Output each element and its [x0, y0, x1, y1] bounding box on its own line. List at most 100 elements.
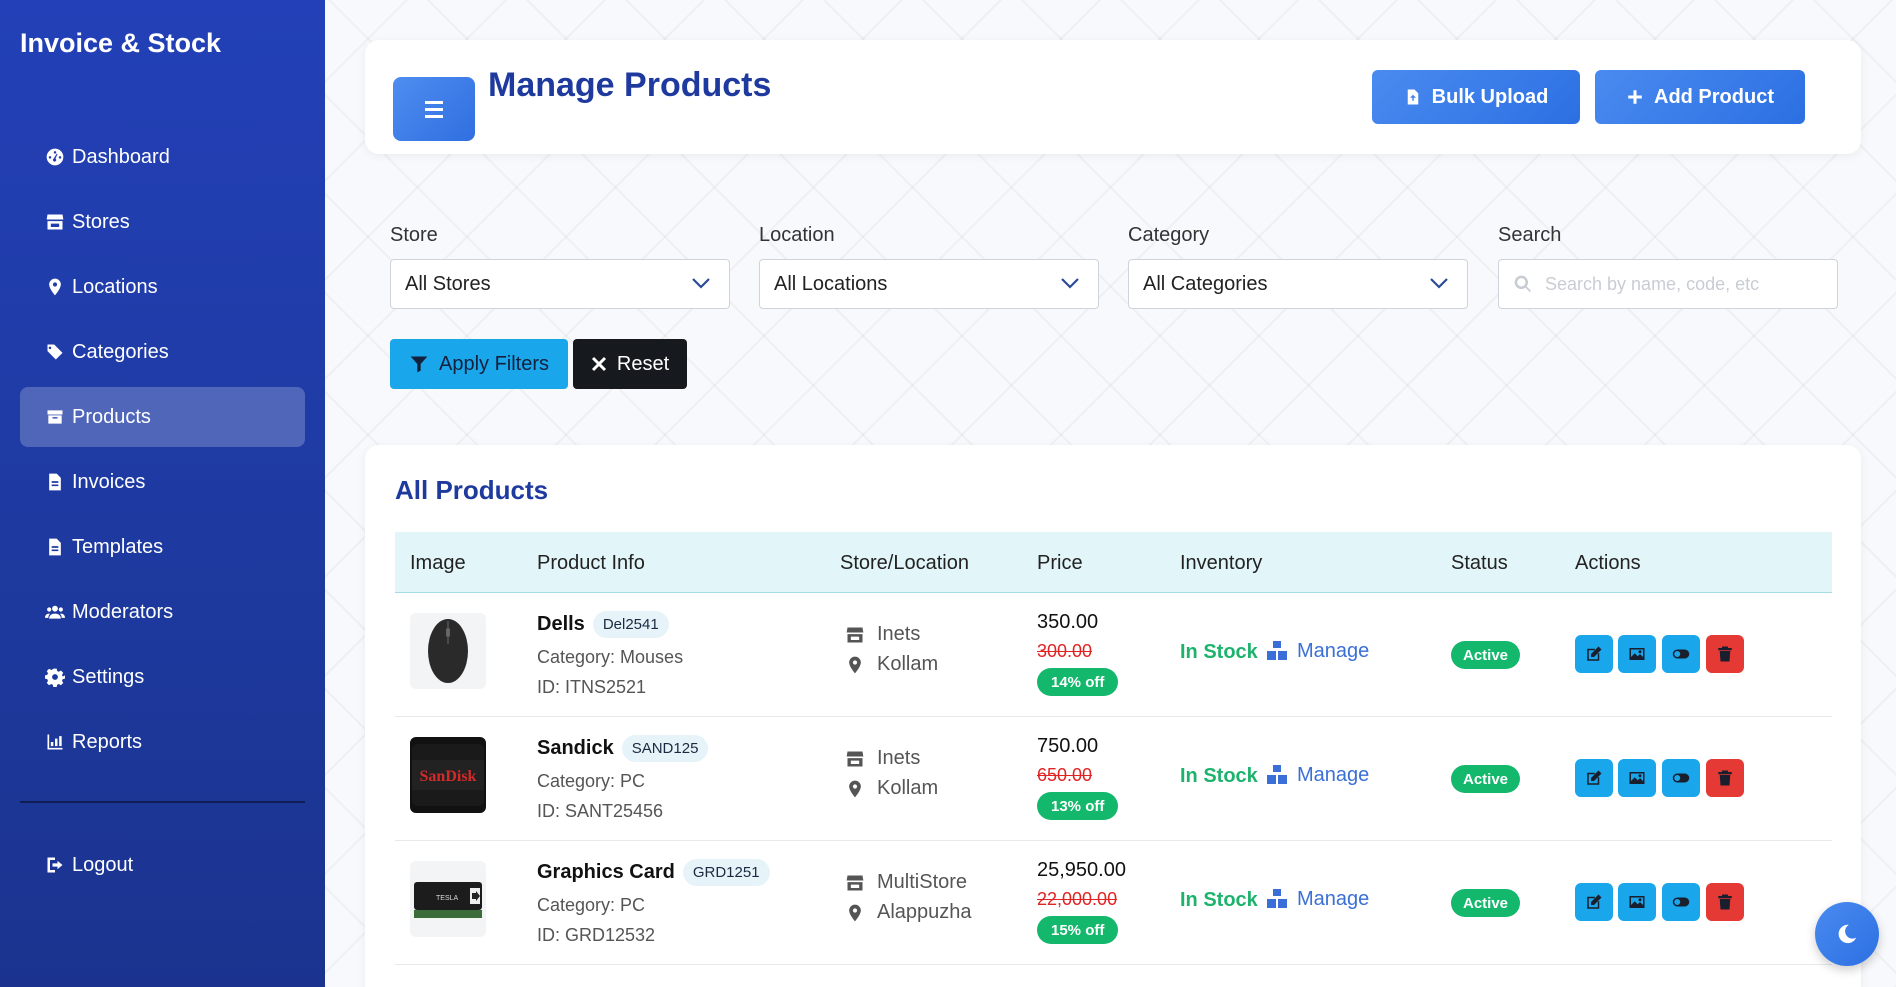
- graphics-card-image: TESLA: [414, 882, 482, 918]
- dashboard-icon: [44, 146, 66, 168]
- product-old-price: 22,000.00: [1037, 889, 1118, 909]
- delete-button[interactable]: [1706, 759, 1744, 797]
- sidebar-item-stores[interactable]: Stores: [20, 192, 305, 252]
- close-icon: [591, 356, 606, 372]
- category-select[interactable]: All Categories: [1128, 259, 1468, 309]
- manage-inventory-link[interactable]: Manage: [1265, 763, 1369, 787]
- store-name: Inets: [877, 623, 921, 645]
- manage-label: Manage: [1297, 763, 1370, 786]
- menu-toggle-button[interactable]: [393, 77, 475, 141]
- product-store: Inets: [845, 747, 920, 770]
- sidebar-item-label: Locations: [72, 275, 158, 298]
- map-pin-icon: [849, 904, 861, 921]
- product-price: 25,950.00: [1037, 859, 1126, 881]
- column-header: Status: [1451, 552, 1508, 574]
- stock-status: In Stock: [1180, 765, 1258, 787]
- search-input[interactable]: [1545, 273, 1815, 295]
- apply-filters-label: Apply Filters: [438, 352, 550, 375]
- filter-icon: [410, 356, 428, 373]
- product-image: [410, 613, 486, 689]
- bulk-upload-label: Bulk Upload: [1431, 85, 1549, 108]
- sidebar-item-templates[interactable]: Templates: [20, 517, 305, 577]
- chart-icon: [44, 731, 66, 753]
- store-name: MultiStore: [877, 871, 968, 893]
- sidebar-item-label: Settings: [72, 665, 145, 688]
- product-category: Category: Mouses: [537, 647, 684, 667]
- stock-status: In Stock: [1180, 889, 1258, 911]
- table-header: Image Product Info Store/Location Price …: [395, 532, 1832, 593]
- sidebar-item-reports[interactable]: Reports: [20, 712, 305, 772]
- images-button[interactable]: [1618, 635, 1656, 673]
- dark-mode-toggle-button[interactable]: [1815, 902, 1879, 966]
- sidebar-item-logout[interactable]: Logout: [20, 835, 305, 895]
- images-button[interactable]: [1618, 759, 1656, 797]
- toggle-status-button[interactable]: [1662, 883, 1700, 921]
- product-category: Category: PC: [537, 895, 646, 915]
- sidebar-item-settings[interactable]: Settings: [20, 647, 305, 707]
- product-id: ID: ITNS2521: [537, 677, 647, 697]
- product-code-badge: GRD1251: [682, 859, 770, 886]
- column-header: Inventory: [1180, 552, 1263, 574]
- manage-inventory-link[interactable]: Manage: [1265, 887, 1369, 911]
- status-badge: Active: [1451, 889, 1521, 917]
- column-header: Actions: [1575, 552, 1641, 574]
- bulk-upload-button[interactable]: Bulk Upload: [1372, 70, 1580, 124]
- sidebar-item-moderators[interactable]: Moderators: [20, 582, 305, 642]
- sidebar-item-label: Templates: [72, 535, 164, 558]
- edit-button[interactable]: [1575, 635, 1613, 673]
- edit-button[interactable]: [1575, 883, 1613, 921]
- map-pin-icon: [849, 780, 861, 797]
- category-select-value: All Categories: [1143, 272, 1268, 295]
- image-icon: [1629, 772, 1645, 784]
- search-filter-label: Search: [1498, 224, 1562, 246]
- sidebar-item-products[interactable]: Products: [20, 387, 305, 447]
- store-icon: [846, 627, 864, 642]
- image-icon: [1629, 896, 1645, 908]
- toggle-status-button[interactable]: [1662, 759, 1700, 797]
- delete-button[interactable]: [1706, 883, 1744, 921]
- store-icon: [44, 211, 66, 233]
- store-name: Inets: [877, 747, 921, 769]
- gpu-label-text: TESLA: [436, 895, 459, 902]
- apply-filters-button[interactable]: Apply Filters: [390, 339, 568, 389]
- reset-label: Reset: [616, 352, 670, 375]
- product-location: Kollam: [845, 653, 938, 676]
- toggle-status-button[interactable]: [1662, 635, 1700, 673]
- trash-icon: [1718, 894, 1732, 910]
- store-filter-label: Store: [390, 224, 438, 246]
- sidebar-divider: [20, 801, 305, 803]
- table-row: TESLA Graphics Card GRD1251 Category: PC…: [395, 841, 1832, 965]
- column-header: Store/Location: [840, 552, 969, 574]
- product-store: Inets: [845, 623, 920, 646]
- edit-icon: [1587, 894, 1602, 909]
- category-filter-label: Category: [1128, 224, 1210, 246]
- sidebar-item-locations[interactable]: Locations: [20, 257, 305, 317]
- product-code-badge: SAND125: [621, 735, 709, 762]
- sidebar-item-label: Moderators: [72, 600, 174, 623]
- edit-button[interactable]: [1575, 759, 1613, 797]
- search-field[interactable]: [1498, 259, 1838, 309]
- product-id: ID: SANT25456: [537, 801, 664, 821]
- sidebar-item-label: Categories: [72, 340, 169, 363]
- sidebar-item-invoices[interactable]: Invoices: [20, 452, 305, 512]
- file-icon: [44, 471, 66, 493]
- logout-icon: [44, 854, 66, 876]
- delete-button[interactable]: [1706, 635, 1744, 673]
- sidebar-item-dashboard[interactable]: Dashboard: [20, 127, 305, 187]
- chevron-down-icon: [1430, 278, 1448, 289]
- plus-icon: [1628, 90, 1642, 104]
- images-button[interactable]: [1618, 883, 1656, 921]
- add-product-button[interactable]: Add Product: [1595, 70, 1805, 124]
- product-category: Category: PC: [537, 771, 646, 791]
- sidebar-item-categories[interactable]: Categories: [20, 322, 305, 382]
- store-select[interactable]: All Stores: [390, 259, 730, 309]
- manage-inventory-link[interactable]: Manage: [1265, 639, 1369, 663]
- sidebar-item-label: Invoices: [72, 470, 146, 493]
- users-icon: [44, 601, 66, 623]
- map-pin-icon: [44, 276, 66, 298]
- location-select[interactable]: All Locations: [759, 259, 1099, 309]
- stock-status: In Stock: [1180, 641, 1258, 663]
- products-card-title: All Products: [395, 475, 549, 505]
- product-name: Graphics Card GRD1251: [537, 859, 770, 886]
- reset-button[interactable]: Reset: [573, 339, 687, 389]
